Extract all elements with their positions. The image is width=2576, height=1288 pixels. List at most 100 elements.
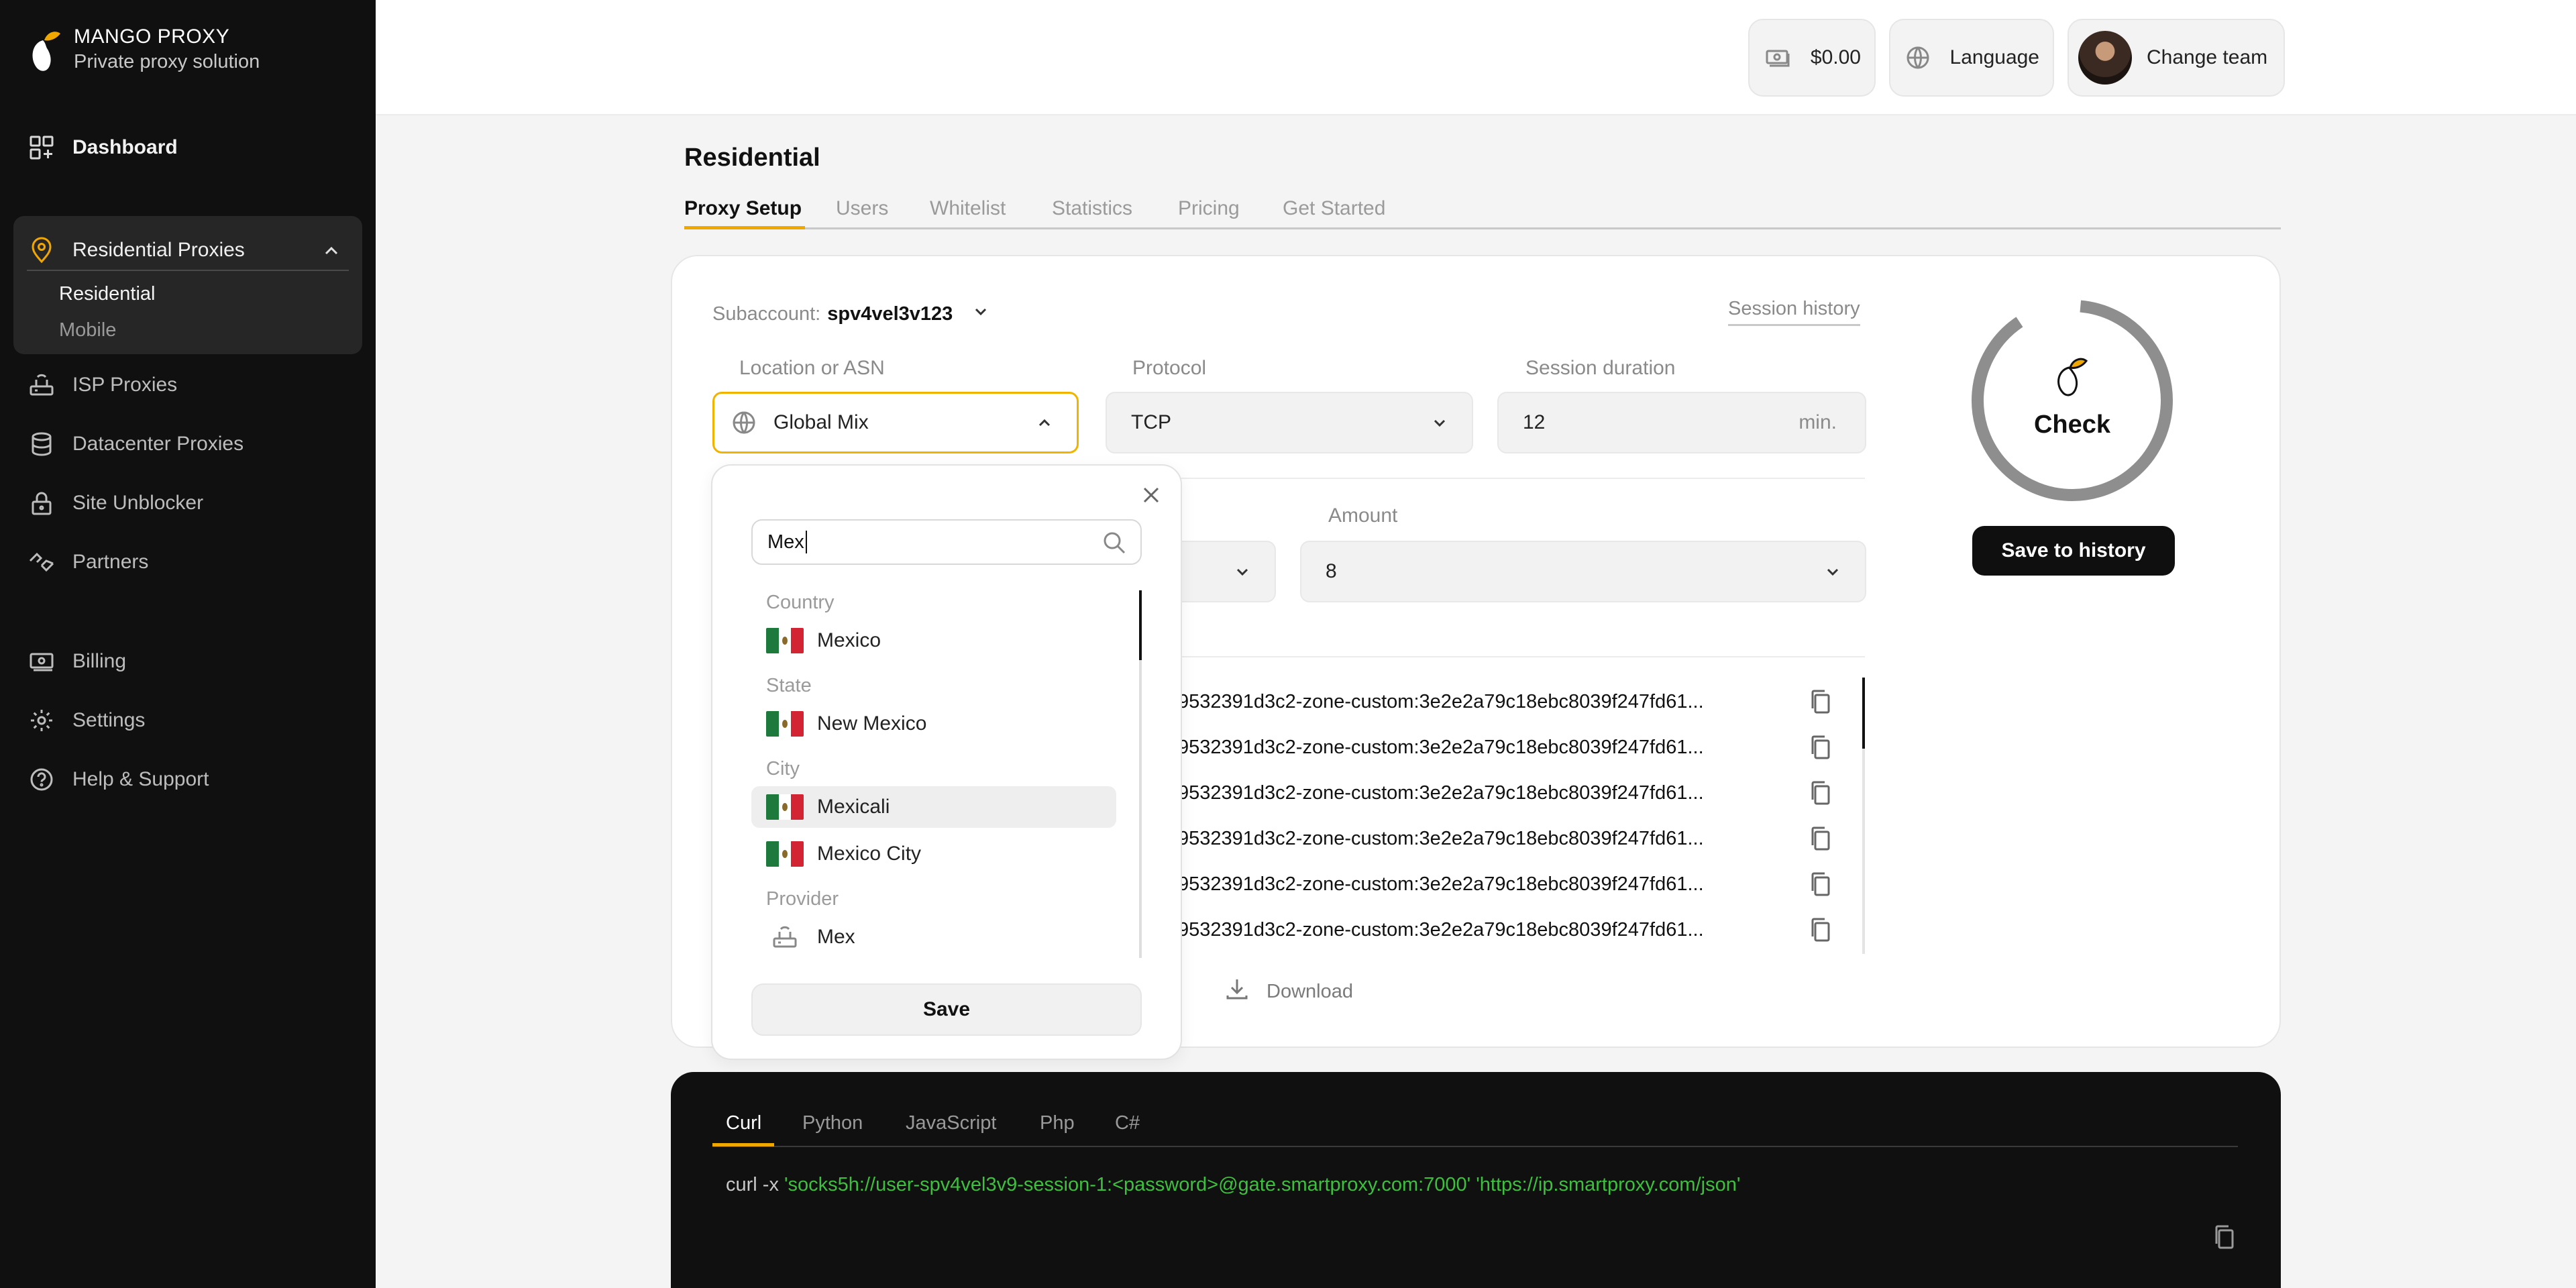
chevron-down-icon <box>1823 562 1842 586</box>
location-select[interactable]: Global Mix <box>712 392 1079 453</box>
search-value: Mex <box>767 531 804 553</box>
group-label-country: Country <box>766 592 835 613</box>
sidebar-item-residential-proxies[interactable]: Residential Proxies <box>27 231 349 271</box>
sidebar-item-label: ISP Proxies <box>72 374 178 396</box>
location-value: Global Mix <box>773 411 869 433</box>
amount-select[interactable]: 8 <box>1300 541 1866 602</box>
globe-icon <box>1904 42 1933 74</box>
balance-value: $0.00 <box>1810 46 1861 68</box>
sidebar-subitem-mobile[interactable]: Mobile <box>59 319 116 341</box>
sidebar-item-billing[interactable]: Billing <box>27 647 126 676</box>
brand-name: MANGO PROXY <box>74 25 230 48</box>
dropdown-scroll-thumb[interactable] <box>1139 590 1142 660</box>
session-duration-input[interactable]: 12 min. <box>1497 392 1866 453</box>
proxy-list-item: 9532391d3c2-zone-custom:3e2e2a79c18ebc80… <box>1178 782 1704 804</box>
search-icon <box>1102 530 1127 561</box>
tab-javascript[interactable]: JavaScript <box>906 1112 996 1134</box>
change-team-button[interactable]: Change team <box>2068 19 2285 97</box>
download-label: Download <box>1267 980 1353 1002</box>
download-icon <box>1225 977 1249 1006</box>
handshake-icon <box>27 547 56 577</box>
tab-curl[interactable]: Curl <box>726 1112 761 1134</box>
mexico-flag-icon <box>766 628 804 653</box>
chevron-down-icon <box>1430 413 1449 437</box>
copy-icon[interactable] <box>1809 734 1833 764</box>
tab-get-started[interactable]: Get Started <box>1283 197 1385 220</box>
copy-icon[interactable] <box>2212 1224 2237 1254</box>
sidebar-item-help-support[interactable]: Help & Support <box>27 765 209 794</box>
active-code-tab-indicator <box>712 1143 774 1146</box>
dropdown-option-mex-provider[interactable]: Mex <box>751 916 1116 958</box>
tab-csharp[interactable]: C# <box>1115 1112 1140 1134</box>
chevron-up-icon <box>1035 414 1054 438</box>
sidebar-item-settings[interactable]: Settings <box>27 706 145 735</box>
sidebar-item-site-unblocker[interactable]: Site Unblocker <box>27 488 203 518</box>
tab-proxy-setup[interactable]: Proxy Setup <box>684 197 802 220</box>
text-caret <box>805 531 807 553</box>
group-label-provider: Provider <box>766 888 839 910</box>
dashboard-icon <box>27 133 56 162</box>
option-label: Mexico City <box>817 843 922 865</box>
tab-pricing[interactable]: Pricing <box>1178 197 1240 220</box>
check-progress-ring[interactable] <box>1968 297 2176 504</box>
group-label-city: City <box>766 758 800 780</box>
balance-button[interactable]: $0.00 <box>1748 19 1876 97</box>
dropdown-option-new-mexico[interactable]: New Mexico <box>751 703 1116 745</box>
proxy-list-scroll-thumb[interactable] <box>1862 678 1865 749</box>
change-team-label: Change team <box>2147 46 2268 68</box>
protocol-select[interactable]: TCP <box>1106 392 1473 453</box>
page-tabs: Proxy Setup Users Whitelist Statistics P… <box>684 195 2281 229</box>
chevron-up-icon[interactable] <box>321 240 342 267</box>
dropdown-option-mexico-city[interactable]: Mexico City <box>751 833 1116 875</box>
copy-icon[interactable] <box>1809 871 1833 901</box>
proxy-list-item: 9532391d3c2-zone-custom:3e2e2a79c18ebc80… <box>1178 828 1704 849</box>
tab-statistics[interactable]: Statistics <box>1052 197 1132 220</box>
duration-unit: min. <box>1799 411 1837 433</box>
amount-value: 8 <box>1326 560 1337 582</box>
copy-icon[interactable] <box>1809 916 1833 947</box>
chevron-down-icon <box>1233 562 1252 586</box>
sidebar-subitem-residential[interactable]: Residential <box>59 283 155 305</box>
command-args: 'socks5h://user-spv4vel3v9-session-1:<pa… <box>784 1174 1741 1195</box>
page-title: Residential <box>684 144 820 172</box>
location-search-input[interactable]: Mex <box>751 519 1142 565</box>
option-label: Mexicali <box>817 796 890 818</box>
session-history-link[interactable]: Session history <box>1728 298 1860 326</box>
location-pin-icon <box>27 235 56 265</box>
dropdown-option-mexicali[interactable]: Mexicali <box>751 786 1116 828</box>
globe-icon <box>731 409 757 436</box>
sidebar-item-isp-proxies[interactable]: ISP Proxies <box>27 370 177 400</box>
dropdown-option-mexico[interactable]: Mexico <box>751 620 1116 661</box>
sidebar-item-label: Datacenter Proxies <box>72 433 244 455</box>
copy-icon[interactable] <box>1809 688 1833 718</box>
duration-label: Session duration <box>1525 357 1676 379</box>
tab-whitelist[interactable]: Whitelist <box>930 197 1006 220</box>
copy-icon[interactable] <box>1809 780 1833 810</box>
lock-icon <box>27 488 56 518</box>
proxy-list-item: 9532391d3c2-zone-custom:3e2e2a79c18ebc80… <box>1178 873 1704 895</box>
sidebar-item-label: Settings <box>72 709 146 731</box>
copy-icon[interactable] <box>1809 825 1833 855</box>
language-button[interactable]: Language <box>1889 19 2054 97</box>
sidebar-item-dashboard[interactable]: Dashboard <box>27 133 178 162</box>
brand-logo[interactable]: MANGO PROXY Private proxy solution <box>27 25 260 79</box>
dropdown-save-button[interactable]: Save <box>751 983 1142 1036</box>
tab-python[interactable]: Python <box>802 1112 863 1134</box>
protocol-value: TCP <box>1131 411 1171 433</box>
sidebar-item-label: Dashboard <box>72 136 178 158</box>
option-label: New Mexico <box>817 712 927 735</box>
tab-php[interactable]: Php <box>1040 1112 1075 1134</box>
amount-label: Amount <box>1328 504 1398 527</box>
check-label[interactable]: Check <box>1968 411 2176 439</box>
download-button[interactable]: Download <box>1225 977 1353 1006</box>
tab-users[interactable]: Users <box>836 197 888 220</box>
subaccount-selector[interactable]: Subaccount: spv4vel3v123 <box>712 302 990 326</box>
close-icon[interactable] <box>1138 482 1165 512</box>
sidebar-item-partners[interactable]: Partners <box>27 547 148 577</box>
gear-icon <box>27 706 56 735</box>
mexico-flag-icon <box>766 711 804 737</box>
sidebar-item-datacenter-proxies[interactable]: Datacenter Proxies <box>27 429 244 459</box>
wallet-icon <box>1763 42 1793 74</box>
sidebar-item-label: Partners <box>72 551 149 573</box>
save-to-history-button[interactable]: Save to history <box>1972 526 2175 576</box>
